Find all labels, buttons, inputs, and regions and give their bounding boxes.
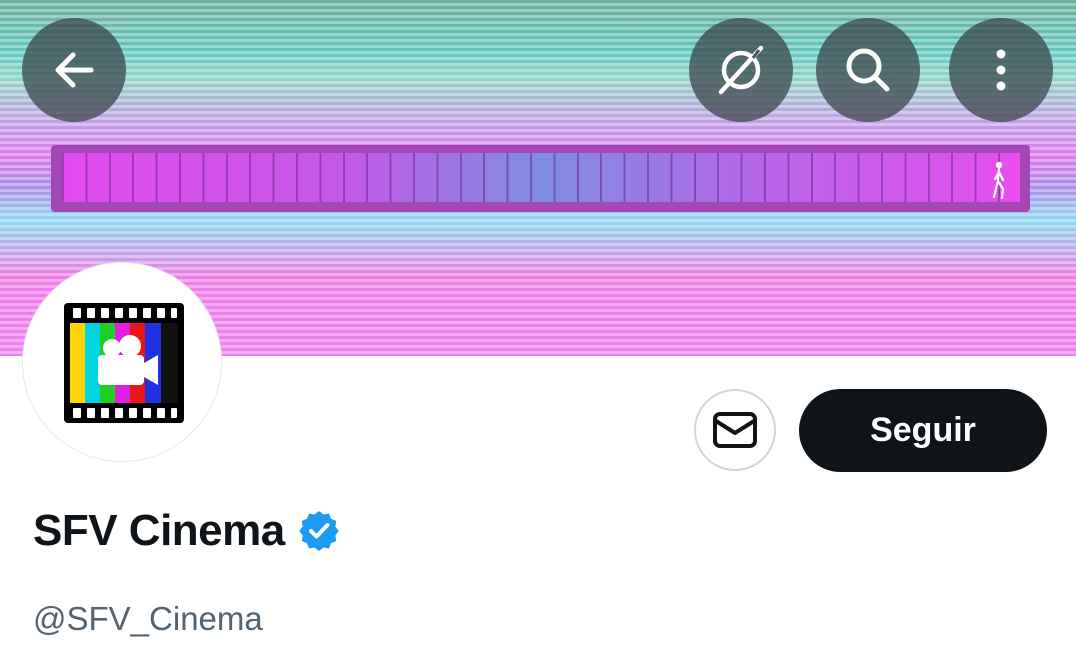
- verified-badge-icon[interactable]: [298, 511, 339, 551]
- envelope-icon: [713, 412, 757, 448]
- compass-slash-icon: [718, 45, 764, 95]
- film-camera-logo: [64, 303, 184, 423]
- more-vertical-icon: [996, 49, 1006, 91]
- banner-bar-fill: [62, 153, 1020, 202]
- follow-button[interactable]: Seguir: [799, 389, 1047, 472]
- arrow-left-icon: [55, 52, 94, 88]
- search-button[interactable]: [816, 18, 920, 122]
- avatar[interactable]: [23, 263, 221, 461]
- more-options-button[interactable]: [949, 18, 1053, 122]
- walking-person-icon: [992, 161, 1005, 200]
- search-icon: [846, 48, 890, 92]
- message-button[interactable]: [694, 389, 776, 471]
- profile-handle: @SFV_Cinema: [33, 600, 263, 637]
- banner-progress-bar: [51, 145, 1030, 212]
- grok-button[interactable]: [689, 18, 793, 122]
- profile-name: SFV Cinema: [33, 506, 285, 555]
- back-button[interactable]: [22, 18, 126, 122]
- profile-name-row: SFV Cinema: [33, 506, 339, 556]
